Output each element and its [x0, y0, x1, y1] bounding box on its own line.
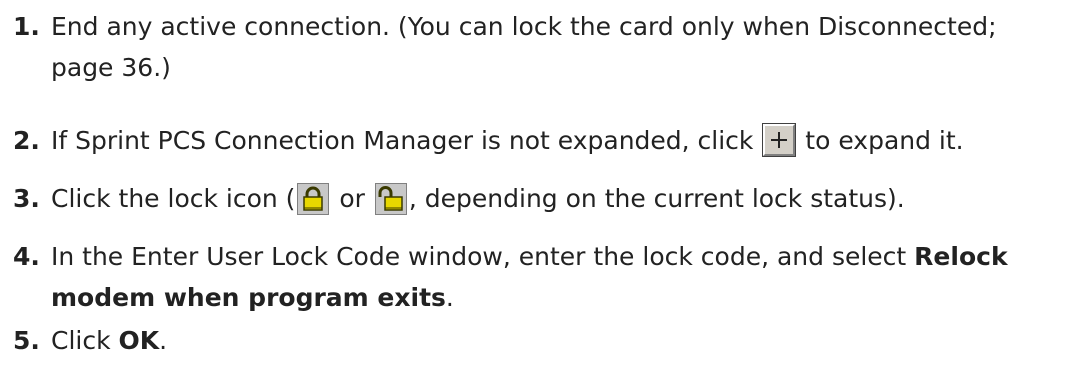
step-text-segment: Click the lock icon ( — [51, 184, 296, 213]
step-number: 2. — [13, 126, 40, 155]
step-text-line: End any active connection. (You can lock… — [51, 12, 997, 41]
step-text: In the Enter User Lock Code window, ente… — [51, 236, 1084, 318]
step-text-segment: Click — [51, 326, 119, 355]
step-text-segment: , depending on the current lock status). — [408, 184, 905, 213]
step-text-segment: . — [159, 326, 168, 355]
instruction-steps: 1. End any active connection. (You can l… — [0, 0, 1084, 369]
step-text-segment: In the Enter User Lock Code window, ente… — [51, 242, 915, 271]
step-text-line: modem when program exits. — [51, 277, 1084, 318]
step-text-bold: modem when program exits — [51, 283, 446, 312]
step-number: 5. — [13, 326, 40, 355]
step-text-segment: or — [331, 184, 373, 213]
step-text-segment: to expand it. — [797, 126, 964, 155]
step-text-segment: . — [445, 283, 454, 312]
step-number: 3. — [13, 184, 40, 213]
step-text-bold: OK — [118, 326, 160, 355]
step-number: 1. — [13, 12, 40, 41]
step-text-bold: Relock — [914, 242, 1008, 271]
plus-expand-icon — [762, 123, 797, 157]
step-number: 4. — [13, 242, 40, 271]
step-text-line: page 36.) — [51, 53, 171, 82]
step-text: If Sprint PCS Connection Manager is not … — [51, 120, 1084, 161]
lock-open-icon — [374, 183, 407, 215]
step-text-line: In the Enter User Lock Code window, ente… — [51, 236, 1084, 277]
step-text: Click the lock icon ( or , depending on … — [51, 178, 1084, 219]
step-text: Click OK. — [51, 320, 1084, 361]
step-text-segment: If Sprint PCS Connection Manager is not … — [51, 126, 762, 155]
step-text: End any active connection. (You can lock… — [51, 6, 1084, 88]
lock-closed-icon — [297, 183, 330, 215]
